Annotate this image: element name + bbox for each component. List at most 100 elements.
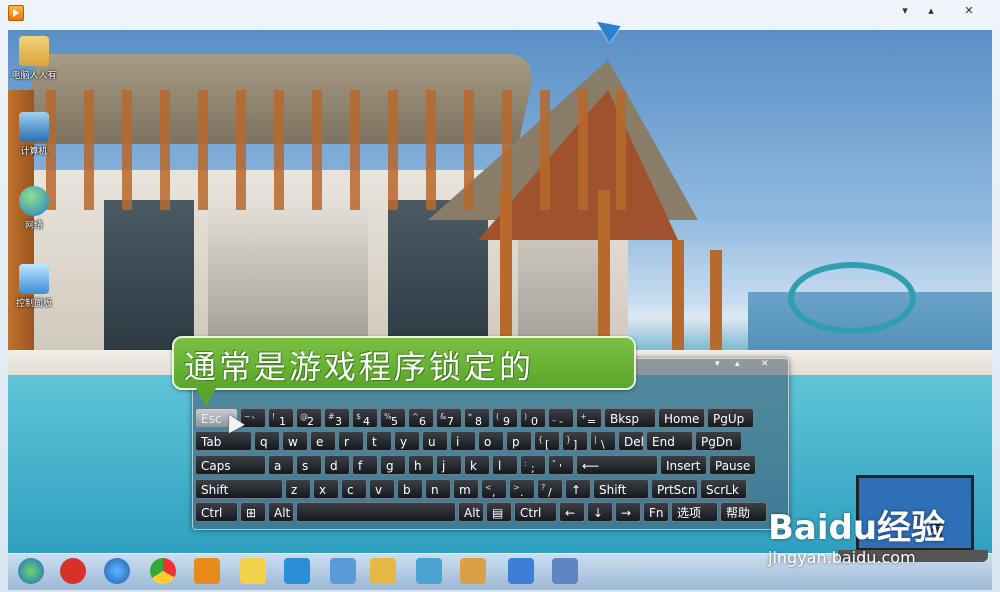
key-row5-7[interactable]: ← bbox=[559, 502, 585, 522]
pinwheel-icon[interactable] bbox=[416, 558, 442, 584]
key-row5-2[interactable]: Alt bbox=[268, 502, 294, 522]
key-row1-4[interactable]: #3 bbox=[324, 408, 350, 428]
key-row3-5[interactable]: g bbox=[380, 455, 406, 475]
key-row2-5[interactable]: t bbox=[366, 431, 392, 451]
key-row5-9[interactable]: → bbox=[615, 502, 641, 522]
media-app-icon[interactable] bbox=[8, 5, 24, 21]
key-row4-0[interactable]: Shift bbox=[195, 479, 283, 499]
desktop-icon-control-panel[interactable]: 控制面板 bbox=[8, 264, 60, 309]
close-icon[interactable]: ✕ bbox=[958, 3, 980, 19]
key-row2-10[interactable]: p bbox=[506, 431, 532, 451]
key-row5-8[interactable]: ↓ bbox=[587, 502, 613, 522]
key-row2-9[interactable]: o bbox=[478, 431, 504, 451]
key-row3-12[interactable]: ⟵ bbox=[576, 455, 658, 475]
key-row3-2[interactable]: s bbox=[296, 455, 322, 475]
key-row4-5[interactable]: b bbox=[397, 479, 423, 499]
ie-icon[interactable] bbox=[104, 558, 130, 584]
osk-minimize-icon[interactable]: ▾ bbox=[715, 359, 720, 369]
key-row1-16[interactable]: PgUp bbox=[707, 408, 754, 428]
key-row1-12[interactable]: _ - bbox=[548, 408, 574, 428]
key-row1-2[interactable]: ! 1 bbox=[268, 408, 294, 428]
key-row2-4[interactable]: r bbox=[338, 431, 364, 451]
key-row3-4[interactable]: f bbox=[352, 455, 378, 475]
key-row4-2[interactable]: x bbox=[313, 479, 339, 499]
key-row5-5[interactable]: ▤ bbox=[486, 502, 512, 522]
key-row1-5[interactable]: $4 bbox=[352, 408, 378, 428]
key-row4-9[interactable]: >. bbox=[509, 479, 535, 499]
key-row5-3[interactable] bbox=[296, 502, 456, 522]
desktop-icon-computer[interactable]: 计算机 bbox=[8, 112, 60, 157]
key-row1-6[interactable]: % 5 bbox=[380, 408, 406, 428]
key-row4-12[interactable]: Shift bbox=[593, 479, 649, 499]
key-row1-14[interactable]: Bksp bbox=[604, 408, 656, 428]
key-row2-12[interactable]: }] bbox=[562, 431, 588, 451]
key-row1-3[interactable]: @2 bbox=[296, 408, 322, 428]
key-row3-9[interactable]: l bbox=[492, 455, 518, 475]
key-row2-3[interactable]: e bbox=[310, 431, 336, 451]
key-row1-8[interactable]: & 7 bbox=[436, 408, 462, 428]
chevron-down-icon[interactable]: ▾ bbox=[894, 3, 916, 19]
paint-icon[interactable] bbox=[460, 558, 486, 584]
key-row3-0[interactable]: Caps bbox=[195, 455, 266, 475]
osk-close-icon[interactable]: ✕ bbox=[761, 359, 769, 369]
key-row2-11[interactable]: {[ bbox=[534, 431, 560, 451]
key-row4-6[interactable]: n bbox=[425, 479, 451, 499]
media-player-icon[interactable] bbox=[194, 558, 220, 584]
desktop-icon-user-folder[interactable]: 电脑人人有 bbox=[8, 36, 60, 81]
key-row3-14[interactable]: Pause bbox=[709, 455, 756, 475]
chevron-up-icon[interactable]: ▴ bbox=[920, 3, 942, 19]
network-monitor-icon[interactable] bbox=[552, 558, 578, 584]
key-row5-11[interactable]: 选项 bbox=[671, 502, 718, 522]
file-explorer-icon[interactable] bbox=[370, 558, 396, 584]
key-row3-7[interactable]: j bbox=[436, 455, 462, 475]
cloud-icon[interactable] bbox=[284, 558, 310, 584]
key-row1-9[interactable]: * 8 bbox=[464, 408, 490, 428]
chrome-icon[interactable] bbox=[150, 558, 176, 584]
key-row3-8[interactable]: k bbox=[464, 455, 490, 475]
key-row2-1[interactable]: q bbox=[254, 431, 280, 451]
key-row3-11[interactable]: " ' bbox=[548, 455, 574, 475]
key-row2-15[interactable]: End bbox=[646, 431, 693, 451]
key-row4-1[interactable]: z bbox=[285, 479, 311, 499]
key-row1-15[interactable]: Home bbox=[658, 408, 705, 428]
osk-maximize-icon[interactable]: ▴ bbox=[735, 359, 740, 369]
key-row1-7[interactable]: ^ 6 bbox=[408, 408, 434, 428]
key-row2-13[interactable]: | \ bbox=[590, 431, 616, 451]
key-row4-11[interactable]: ↑ bbox=[565, 479, 591, 499]
key-row2-6[interactable]: y bbox=[394, 431, 420, 451]
key-row1-13[interactable]: + = bbox=[576, 408, 602, 428]
key-row5-1[interactable]: ⊞ bbox=[240, 502, 266, 522]
key-row3-6[interactable]: h bbox=[408, 455, 434, 475]
key-row2-0[interactable]: Tab bbox=[195, 431, 252, 451]
key-label: \ bbox=[601, 438, 605, 451]
key-row3-1[interactable]: a bbox=[268, 455, 294, 475]
key-row2-7[interactable]: u bbox=[422, 431, 448, 451]
key-row4-13[interactable]: PrtScn bbox=[651, 479, 698, 499]
key-row4-4[interactable]: v bbox=[369, 479, 395, 499]
start-orb-icon[interactable] bbox=[18, 558, 44, 584]
key-row3-10[interactable]: :; bbox=[520, 455, 546, 475]
key-row1-10[interactable]: (9 bbox=[492, 408, 518, 428]
key-row5-6[interactable]: Ctrl bbox=[514, 502, 557, 522]
key-row2-14[interactable]: Del bbox=[618, 431, 644, 451]
jiang-app-icon[interactable] bbox=[60, 558, 86, 584]
key-row5-0[interactable]: Ctrl bbox=[195, 502, 238, 522]
key-row4-7[interactable]: m bbox=[453, 479, 479, 499]
key-row2-2[interactable]: w bbox=[282, 431, 308, 451]
key-row4-8[interactable]: <, bbox=[481, 479, 507, 499]
key-row2-8[interactable]: i bbox=[450, 431, 476, 451]
key-row5-10[interactable]: Fn bbox=[643, 502, 669, 522]
key-row1-11[interactable]: ) 0 bbox=[520, 408, 546, 428]
key-row3-13[interactable]: Insert bbox=[660, 455, 707, 475]
key-row4-3[interactable]: c bbox=[341, 479, 367, 499]
key-row3-3[interactable]: d bbox=[324, 455, 350, 475]
key-row4-14[interactable]: ScrLk bbox=[700, 479, 747, 499]
key-row5-12[interactable]: 帮助 bbox=[720, 502, 767, 522]
key-row5-4[interactable]: Alt bbox=[458, 502, 484, 522]
settings-gear-icon[interactable] bbox=[508, 558, 534, 584]
sticky-notes-icon[interactable] bbox=[240, 558, 266, 584]
key-row2-16[interactable]: PgDn bbox=[695, 431, 742, 451]
key-row4-10[interactable]: ? / bbox=[537, 479, 563, 499]
desktop-icon-network[interactable]: 网络 bbox=[8, 186, 60, 231]
control-panel-icon[interactable] bbox=[330, 558, 356, 584]
